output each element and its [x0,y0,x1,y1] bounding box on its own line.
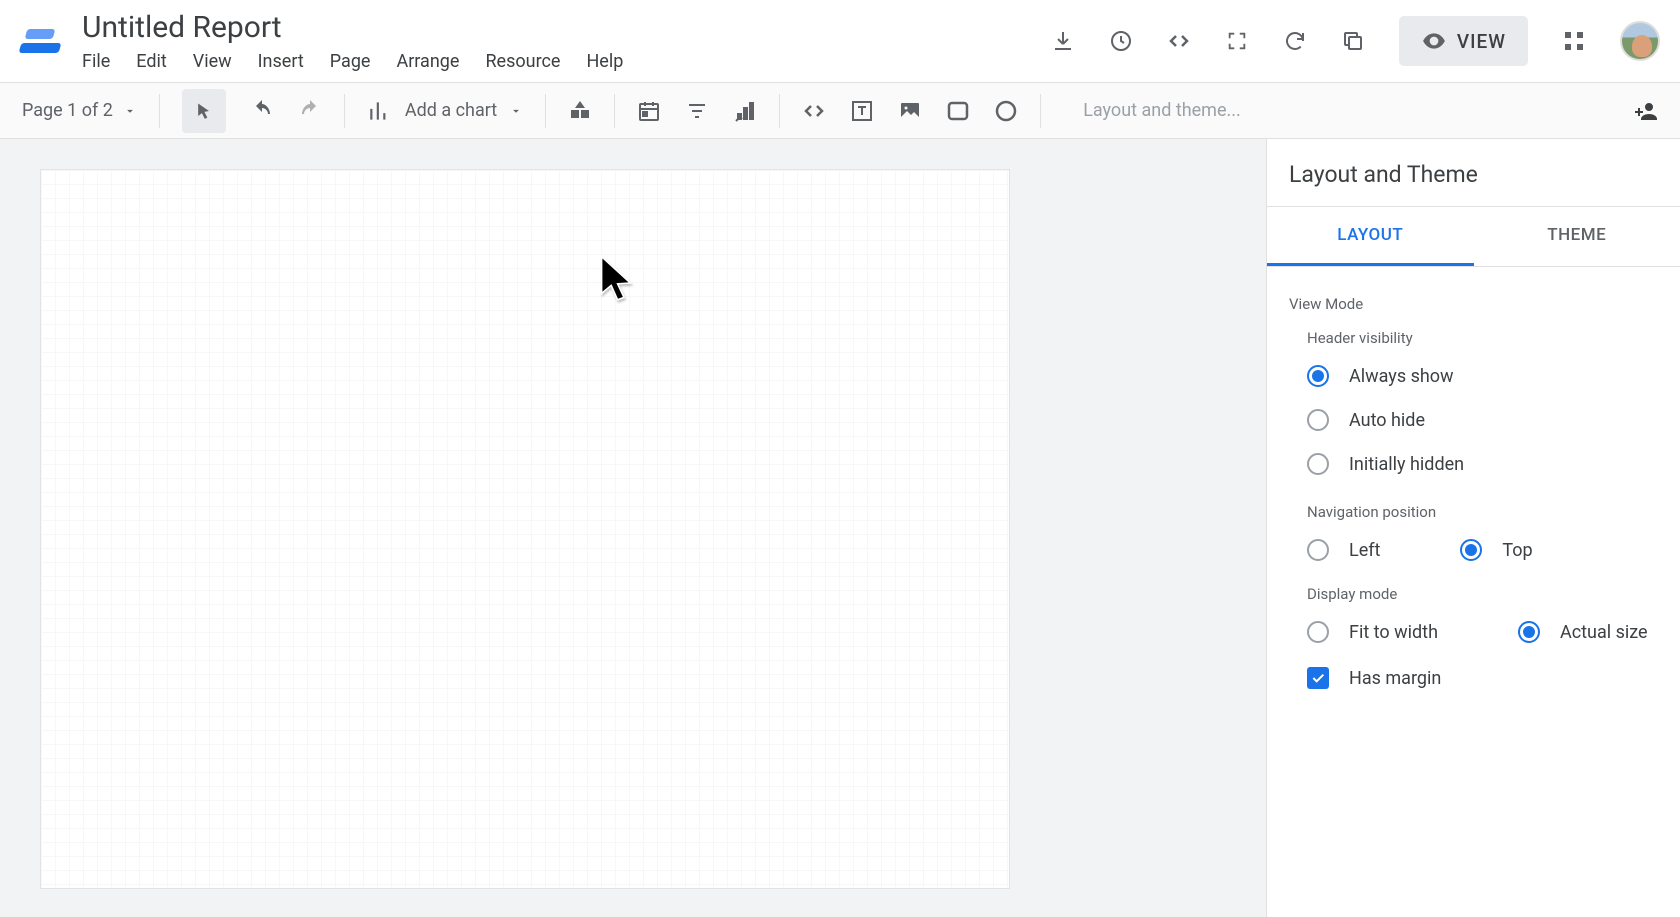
menu-arrange[interactable]: Arrange [396,51,459,72]
undo-button[interactable] [250,99,274,123]
header-actions: VIEW [1051,16,1660,66]
select-tool[interactable] [182,89,226,133]
menu-bar: File Edit View Insert Page Arrange Resou… [82,51,623,72]
data-control-icon[interactable] [733,99,757,123]
panel-content[interactable]: View Mode Header visibility Always show … [1267,267,1680,917]
radio-icon [1307,409,1329,431]
radio-fit-width[interactable]: Fit to width [1307,621,1438,643]
toolbar: Page 1 of 2 Add a chart [0,83,1680,139]
user-avatar[interactable] [1620,21,1660,61]
radio-icon [1518,621,1540,643]
checkbox-has-margin[interactable]: Has margin [1307,667,1658,689]
radio-icon [1307,453,1329,475]
menu-help[interactable]: Help [586,51,623,72]
menu-page[interactable]: Page [330,51,371,72]
title-block: Untitled Report File Edit View Insert Pa… [82,10,623,72]
panel-tabs: LAYOUT THEME [1267,207,1680,267]
embed-icon[interactable] [1167,29,1191,53]
copy-icon[interactable] [1341,29,1365,53]
menu-file[interactable]: File [82,51,110,72]
header-visibility-group: Always show Auto hide Initially hidden [1307,365,1658,475]
radio-label: Auto hide [1349,410,1425,431]
radio-auto-hide[interactable]: Auto hide [1307,409,1658,431]
app-header: Untitled Report File Edit View Insert Pa… [0,0,1680,83]
community-visualizations-icon[interactable] [568,99,592,123]
redo-button[interactable] [298,99,322,123]
download-icon[interactable] [1051,29,1075,53]
panel-title: Layout and Theme [1267,139,1680,207]
radio-nav-top[interactable]: Top [1460,539,1532,561]
page-selector[interactable]: Page 1 of 2 [22,100,137,121]
fullscreen-icon[interactable] [1225,29,1249,53]
radio-label: Fit to width [1349,622,1438,643]
menu-resource[interactable]: Resource [485,51,560,72]
report-canvas[interactable] [40,169,1010,889]
url-embed-icon[interactable] [802,99,826,123]
radio-icon [1307,365,1329,387]
radio-icon [1307,621,1329,643]
history-icon[interactable] [1109,29,1133,53]
text-icon[interactable] [850,99,874,123]
add-chart-label: Add a chart [405,100,497,121]
circle-icon[interactable] [994,99,1018,123]
canvas-area[interactable] [0,139,1266,917]
menu-insert[interactable]: Insert [258,51,304,72]
radio-initially-hidden[interactable]: Initially hidden [1307,453,1658,475]
document-title[interactable]: Untitled Report [82,10,623,45]
layout-theme-button[interactable]: Layout and theme... [1083,100,1241,121]
add-people-icon[interactable] [1634,99,1658,123]
display-mode-title: Display mode [1307,585,1658,603]
apps-icon[interactable] [1562,29,1586,53]
radio-label: Top [1502,540,1532,561]
app-logo [20,19,64,63]
nav-position-title: Navigation position [1307,503,1658,521]
radio-icon [1307,539,1329,561]
menu-view[interactable]: View [193,51,232,72]
radio-always-show[interactable]: Always show [1307,365,1658,387]
tab-theme[interactable]: THEME [1474,207,1680,266]
date-range-icon[interactable] [637,99,661,123]
image-icon[interactable] [898,99,922,123]
menu-edit[interactable]: Edit [136,51,166,72]
view-button[interactable]: VIEW [1399,16,1528,66]
side-panel: Layout and Theme LAYOUT THEME View Mode … [1266,139,1680,917]
radio-label: Actual size [1560,622,1648,643]
radio-label: Always show [1349,366,1454,387]
page-selector-label: Page 1 of 2 [22,100,113,121]
checkbox-label: Has margin [1349,668,1441,689]
nav-position-group: Left Top [1307,539,1658,561]
add-chart-button[interactable]: Add a chart [367,98,523,124]
tab-layout[interactable]: LAYOUT [1267,207,1474,266]
view-mode-title: View Mode [1289,295,1658,313]
main-area: Layout and Theme LAYOUT THEME View Mode … [0,139,1680,917]
checkbox-icon [1307,667,1329,689]
display-mode-group: Fit to width Actual size [1307,621,1658,643]
filter-control-icon[interactable] [685,99,709,123]
radio-label: Left [1349,540,1380,561]
refresh-icon[interactable] [1283,29,1307,53]
radio-label: Initially hidden [1349,454,1464,475]
radio-nav-left[interactable]: Left [1307,539,1380,561]
radio-icon [1460,539,1482,561]
view-button-label: VIEW [1457,30,1506,53]
rectangle-icon[interactable] [946,99,970,123]
radio-actual-size[interactable]: Actual size [1518,621,1648,643]
cursor-icon [596,255,636,303]
header-visibility-title: Header visibility [1307,329,1658,347]
